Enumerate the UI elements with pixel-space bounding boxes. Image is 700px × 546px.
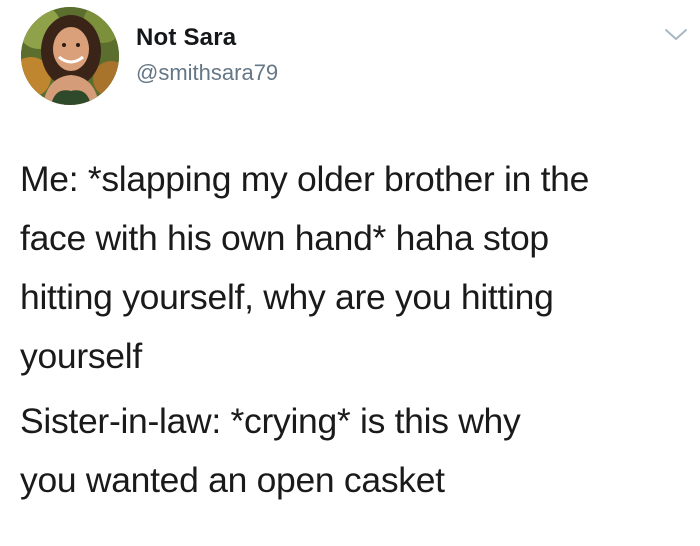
tweet-card: Not Sara @smithsara79 Me: *slapping my o… — [0, 0, 700, 546]
tweet-line: hitting yourself, why are you hitting — [20, 277, 554, 317]
tweet-text: Me: *slapping my older brother in the fa… — [20, 150, 690, 510]
tweet-line: yourself — [20, 336, 142, 376]
tweet-header: Not Sara @smithsara79 — [0, 0, 700, 120]
user-handle[interactable]: @smithsara79 — [136, 60, 278, 86]
avatar[interactable] — [21, 7, 119, 105]
tweet-paragraph-1: Me: *slapping my older brother in the fa… — [20, 150, 690, 386]
tweet-paragraph-2: Sister-in-law: *crying* is this why you … — [20, 392, 690, 510]
tweet-line: you wanted an open casket — [20, 460, 445, 500]
tweet-line: face with his own hand* haha stop — [20, 218, 549, 258]
tweet-line: Sister-in-law: *crying* is this why — [20, 401, 521, 441]
tweet-line: Me: *slapping my older brother in the — [20, 159, 590, 199]
display-name[interactable]: Not Sara — [136, 24, 236, 52]
chevron-down-icon[interactable] — [664, 26, 688, 44]
avatar-photo — [21, 7, 119, 105]
